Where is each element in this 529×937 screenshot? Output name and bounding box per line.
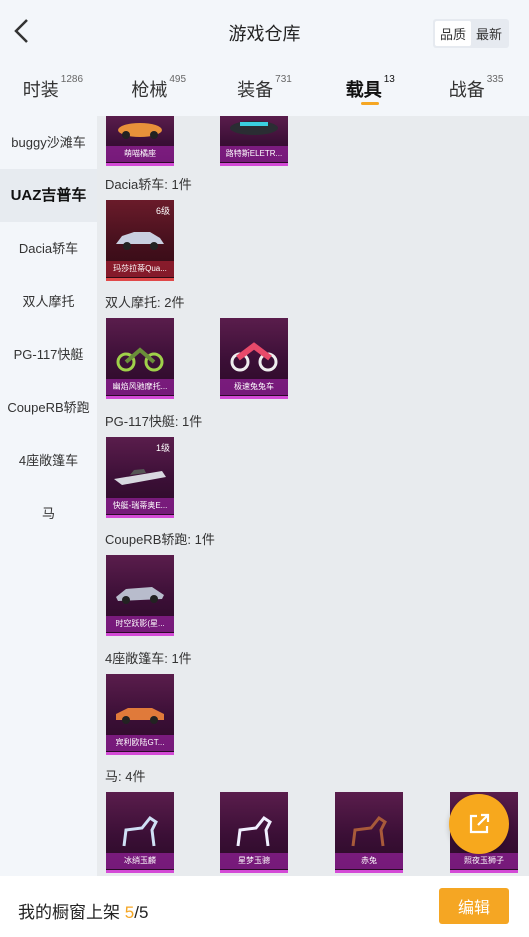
tab-equipment[interactable]: 装备731: [212, 62, 318, 114]
horse-icon: [236, 815, 272, 847]
showcase-total: 5: [138, 903, 149, 922]
showcase-current: 5: [124, 903, 135, 922]
bottom-bar: 我的橱窗上架 5/5 编辑: [0, 876, 529, 937]
showcase-status: 我的橱窗上架 5/5: [18, 898, 148, 923]
vehicle-card[interactable]: 冰绡玉麟: [106, 792, 174, 873]
vehicle-name: 星梦玉骢: [220, 853, 288, 869]
sidebar-item-buggy[interactable]: buggy沙滩车: [0, 116, 97, 169]
section-header-horse: 马: 4件: [105, 769, 146, 784]
horse-icon: [351, 815, 387, 847]
sidebar-item-motorbike[interactable]: 双人摩托: [0, 275, 97, 328]
vehicle-name: 极速兔兔车: [220, 379, 288, 395]
vehicle-type-sidebar: buggy沙滩车 UAZ吉普车 Dacia轿车 双人摩托 PG-117快艇 Co…: [0, 116, 97, 876]
vehicle-card[interactable]: 路特斯ELETR...: [220, 116, 288, 166]
vehicle-name: 冰绡玉麟: [106, 853, 174, 869]
vehicle-card[interactable]: 萌喵橘座: [106, 116, 174, 166]
tab-count: 335: [486, 74, 504, 85]
section-header-convertible: 4座敞篷车: 1件: [105, 651, 192, 666]
vehicle-name: 照夜玉狮子: [450, 853, 518, 869]
vehicle-name: 时空跃影(星...: [106, 616, 174, 632]
vehicle-list: 萌喵橘座 路特斯ELETR... Dacia轿车: 1件 6级 玛莎拉蒂Qua.…: [97, 116, 529, 876]
tab-weapons[interactable]: 枪械495: [106, 62, 212, 114]
sort-toggle: 品质 最新: [432, 19, 509, 48]
sports-car-icon: [116, 587, 164, 604]
horse-icon: [122, 815, 158, 847]
tab-label: 战备: [448, 80, 485, 100]
sidebar-item-convertible[interactable]: 4座敞篷车: [0, 434, 97, 487]
car-icon: [230, 121, 278, 135]
vehicle-card[interactable]: 幽焰风驰摩托...: [106, 318, 174, 399]
vehicle-card[interactable]: 星梦玉骢: [220, 792, 288, 873]
vehicle-name: 赤兔: [335, 853, 403, 869]
tab-vehicles[interactable]: 载具13: [317, 62, 423, 114]
sidebar-item-dacia[interactable]: Dacia轿车: [0, 222, 97, 275]
sidebar-item-pg117[interactable]: PG-117快艇: [0, 328, 97, 381]
sedan-icon: [116, 232, 164, 250]
vehicle-card[interactable]: 6级 玛莎拉蒂Qua...: [106, 200, 174, 281]
vehicle-card[interactable]: 宾利欧陆GT...: [106, 674, 174, 755]
vehicle-name: 快艇-瑞蒂奥E...: [106, 498, 174, 514]
vehicle-name: 玛莎拉蒂Qua...: [106, 261, 174, 277]
vehicle-name: 宾利欧陆GT...: [106, 735, 174, 751]
tab-count: 13: [383, 74, 395, 85]
section-header-pg117: PG-117快艇: 1件: [105, 414, 203, 429]
tab-label: 装备: [237, 80, 274, 100]
share-button[interactable]: [449, 794, 509, 854]
section-header-couperb: CoupeRB轿跑: 1件: [105, 532, 215, 547]
vehicle-card[interactable]: 1级 快艇-瑞蒂奥E...: [106, 437, 174, 518]
speedboat-icon: [114, 469, 166, 485]
tab-count: 495: [169, 74, 187, 85]
tab-active-indicator: [361, 102, 380, 105]
tab-count: 1286: [60, 74, 84, 85]
sidebar-item-horse[interactable]: 马: [0, 487, 97, 540]
level-badge: 6级: [155, 206, 170, 216]
sidebar-item-couperb[interactable]: CoupeRB轿跑: [0, 381, 97, 434]
tab-label: 时装: [22, 80, 59, 100]
sort-quality-option[interactable]: 品质: [434, 21, 471, 46]
car-icon: [118, 123, 162, 139]
tab-label: 载具: [345, 80, 382, 100]
edit-button[interactable]: 编辑: [439, 888, 509, 924]
tab-label: 枪械: [131, 80, 168, 100]
convertible-icon: [116, 708, 164, 724]
tab-battle-gear[interactable]: 战备335: [423, 62, 529, 114]
motorbike-icon: [230, 342, 278, 372]
external-link-icon: [469, 813, 490, 834]
category-tabs: 时装1286 枪械495 装备731 载具13 战备335: [0, 62, 529, 114]
section-header-dacia: Dacia轿车: 1件: [105, 177, 192, 192]
section-header-motorbike: 双人摩托: 2件: [105, 295, 185, 310]
tab-count: 731: [275, 74, 292, 85]
vehicle-name: 幽焰风驰摩托...: [106, 379, 174, 395]
vehicle-card[interactable]: 极速兔兔车: [220, 318, 288, 399]
tab-fashion[interactable]: 时装1286: [0, 62, 106, 114]
vehicle-name: 萌喵橘座: [106, 146, 174, 162]
sort-newest-option[interactable]: 最新: [471, 21, 507, 46]
level-badge: 1级: [155, 443, 170, 453]
vehicle-card[interactable]: 时空跃影(星...: [106, 555, 174, 636]
motorbike-icon: [116, 347, 164, 372]
showcase-label: 我的橱窗上架: [18, 903, 125, 922]
sidebar-item-uaz[interactable]: UAZ吉普车: [0, 169, 97, 222]
vehicle-name: 路特斯ELETR...: [220, 146, 288, 162]
header: 游戏仓库 品质 最新: [0, 0, 529, 62]
vehicle-card[interactable]: 赤兔: [335, 792, 403, 873]
